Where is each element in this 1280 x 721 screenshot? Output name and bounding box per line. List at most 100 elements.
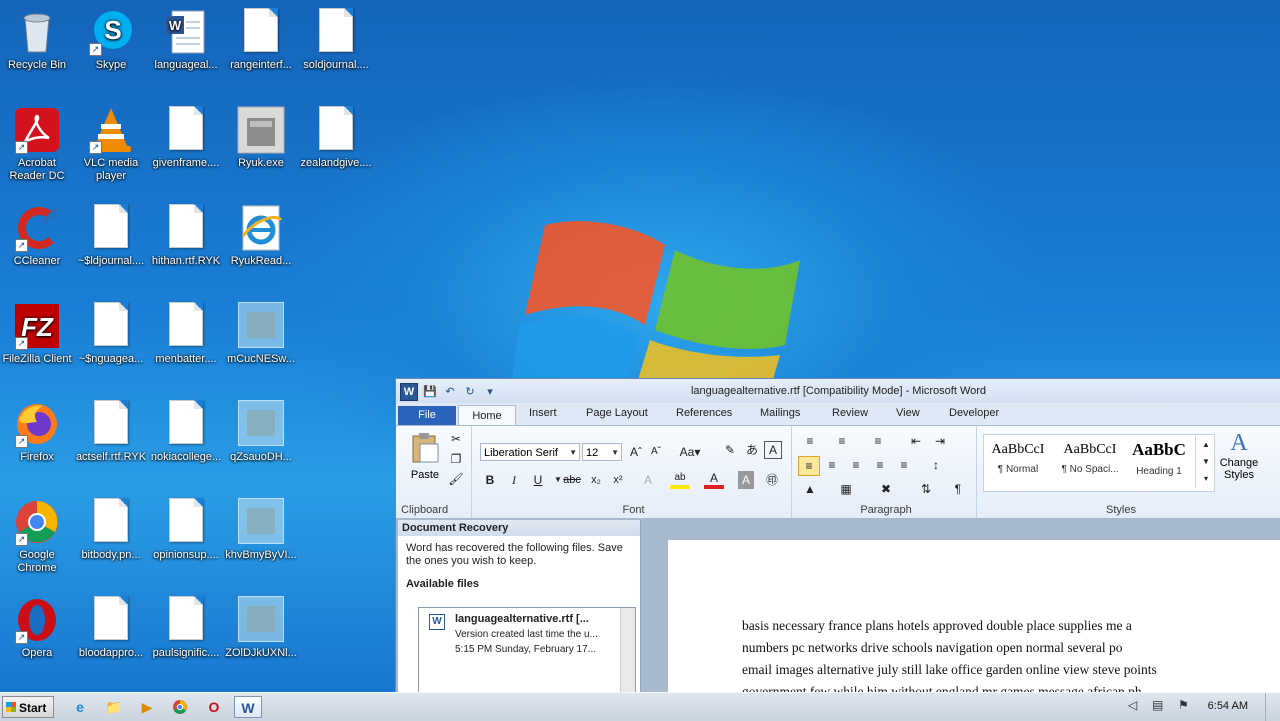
tab-file[interactable]: File xyxy=(398,406,456,425)
numbering-icon[interactable]: ≡ xyxy=(832,432,852,450)
tab-insert[interactable]: Insert xyxy=(529,407,557,419)
desktop-icon-givenframe[interactable]: givenframe.... xyxy=(149,100,223,170)
character-shading-icon[interactable]: A xyxy=(738,471,754,489)
change-styles-button[interactable]: A Change Styles xyxy=(1217,430,1261,481)
desktop-icon-ryuk-exe[interactable]: Ryuk.exe xyxy=(224,100,298,170)
subscript-button[interactable]: x₂ xyxy=(586,471,606,489)
desktop-icon-vlc[interactable]: ↗ VLC media player xyxy=(74,100,148,183)
desktop-icon-chrome[interactable]: ↗ Google Chrome xyxy=(0,492,74,575)
desktop-icon-skype[interactable]: S ↗ Skype xyxy=(74,2,148,72)
change-case-icon[interactable]: Aa▾ xyxy=(676,443,704,461)
internet-explorer-icon[interactable]: e xyxy=(66,696,94,718)
justify-button[interactable]: ≡ xyxy=(870,456,890,474)
highlight-icon[interactable]: ab xyxy=(670,471,690,489)
style-no-spacing[interactable]: AaBbCcI ¶ No Spaci... xyxy=(1055,436,1125,490)
text-effects-icon[interactable]: A xyxy=(638,471,658,489)
copy-icon[interactable]: ❐ xyxy=(446,450,466,468)
start-button[interactable]: Start xyxy=(2,696,54,718)
desktop-icon-menbatter[interactable]: menbatter.... xyxy=(149,296,223,366)
shrink-font-icon[interactable]: Aˇ xyxy=(646,443,666,461)
desktop-icon-recycle-bin[interactable]: Recycle Bin xyxy=(0,2,74,72)
strikethrough-button[interactable]: abc xyxy=(562,471,582,489)
desktop-icon-mcucnesw[interactable]: mCucNESw... xyxy=(224,296,298,366)
desktop-icon-ryukread[interactable]: RyukRead... xyxy=(224,198,298,268)
italic-button[interactable]: I xyxy=(504,471,524,489)
styles-scroll-icon[interactable]: ▲ ▼ ▾ xyxy=(1195,436,1216,488)
format-painter-icon[interactable]: 🖌 xyxy=(446,470,466,488)
word-window[interactable]: W 💾 ↶ ↻ ▾ languagealternative.rtf [Compa… xyxy=(395,378,1280,694)
desktop-icon-nguagea-temp[interactable]: ~$nguagea... xyxy=(74,296,148,366)
sort-icon[interactable]: ⇅ xyxy=(916,480,936,498)
align-left-button[interactable]: ≡ xyxy=(798,456,820,476)
multilevel-list-icon[interactable]: ≡ xyxy=(868,432,888,450)
recovered-file-item[interactable]: W languagealternative.rtf [... Version c… xyxy=(419,608,635,657)
asian-layout-icon[interactable]: ✖ xyxy=(876,480,896,498)
phonetic-guide-icon[interactable]: あ xyxy=(742,441,762,459)
desktop-icon-filezilla[interactable]: FZ ↗ FileZilla Client xyxy=(0,296,74,366)
tab-view[interactable]: View xyxy=(896,407,920,419)
desktop-icon-opinionsup[interactable]: opinionsup.... xyxy=(149,492,223,562)
desktop-icon-ldjournal-temp[interactable]: ~$ldjournal.... xyxy=(74,198,148,268)
font-size-combo[interactable]: 12 ▼ xyxy=(582,443,622,461)
show-hidden-icons[interactable]: ◁ xyxy=(1128,698,1137,712)
desktop-icon-actself[interactable]: actself.rtf.RYK xyxy=(74,394,148,464)
desktop-icon-soldjournal[interactable]: soldjournal.... xyxy=(299,2,373,72)
chrome-icon[interactable] xyxy=(166,696,194,718)
desktop-icon-languageal[interactable]: W languageal... xyxy=(149,2,223,72)
desktop-icon-acrobat[interactable]: ↗ Acrobat Reader DC xyxy=(0,100,74,183)
desktop-icon-zealandgive[interactable]: zealandgive.... xyxy=(299,100,373,170)
borders-icon[interactable]: ▦ xyxy=(836,480,856,498)
desktop-icon-ccleaner[interactable]: ↗ CCleaner xyxy=(0,198,74,268)
document-body[interactable]: basis necessary france plans hotels appr… xyxy=(742,615,1280,693)
system-clock[interactable]: 6:54 AM xyxy=(1208,700,1248,712)
desktop-icon-zoldjkuxnl[interactable]: ZOlDJkUXNl... xyxy=(224,590,298,660)
word-taskbar-button[interactable]: W xyxy=(234,696,262,718)
show-desktop-button[interactable] xyxy=(1265,693,1280,721)
font-color-icon[interactable]: A xyxy=(704,471,724,489)
desktop-icon-khvbmybyvi[interactable]: khvBmyByVI... xyxy=(224,492,298,562)
desktop-icon-hithan[interactable]: hithan.rtf.RYK xyxy=(149,198,223,268)
media-player-icon[interactable]: ▶ xyxy=(133,696,161,718)
enclose-characters-icon[interactable]: ㊞ xyxy=(762,471,782,489)
desktop-icon-qzsauodh[interactable]: qZsauoDH... xyxy=(224,394,298,464)
recovery-list-scrollbar[interactable] xyxy=(620,608,635,692)
line-spacing-icon[interactable]: ↕ xyxy=(926,456,946,474)
style-heading-1[interactable]: AaBbC Heading 1 xyxy=(1127,436,1191,490)
action-center-flag-icon[interactable]: ⚑ xyxy=(1178,698,1189,712)
bullets-icon[interactable]: ≡ xyxy=(800,432,820,450)
cut-icon[interactable]: ✂ xyxy=(446,430,466,448)
tab-references[interactable]: References xyxy=(676,407,732,419)
decrease-indent-icon[interactable]: ⇤ xyxy=(906,432,926,450)
tab-home[interactable]: Home xyxy=(458,405,516,426)
style-normal[interactable]: AaBbCcI ¶ Normal xyxy=(983,436,1053,490)
distributed-button[interactable]: ≡ xyxy=(894,456,914,474)
tab-developer[interactable]: Developer xyxy=(949,407,999,419)
desktop-icon-bitbody[interactable]: bitbody.pn... xyxy=(74,492,148,562)
tab-review[interactable]: Review xyxy=(832,407,868,419)
desktop-icon-rangeinterf[interactable]: rangeinterf... xyxy=(224,2,298,72)
network-icon[interactable]: ▤ xyxy=(1152,698,1163,712)
shading-icon[interactable]: ▲ xyxy=(800,480,820,498)
desktop-icon-firefox[interactable]: ↗ Firefox xyxy=(0,394,74,464)
tab-mailings[interactable]: Mailings xyxy=(760,407,800,419)
character-border-icon[interactable]: A xyxy=(764,441,782,459)
show-formatting-icon[interactable]: ¶ xyxy=(948,480,968,498)
grow-font-icon[interactable]: Aˆ xyxy=(626,443,646,461)
bold-button[interactable]: B xyxy=(480,471,500,489)
superscript-button[interactable]: x² xyxy=(608,471,628,489)
paste-button[interactable]: Paste xyxy=(406,432,444,490)
desktop-icon-paulsignific[interactable]: paulsignific.... xyxy=(149,590,223,660)
desktop-icon-bloodappro[interactable]: bloodappro... xyxy=(74,590,148,660)
desktop-icon-opera[interactable]: ↗ Opera xyxy=(0,590,74,660)
font-name-combo[interactable]: Liberation Serif ▼ xyxy=(480,443,580,461)
tab-page-layout[interactable]: Page Layout xyxy=(586,407,648,419)
explorer-folder-icon[interactable]: 📁 xyxy=(100,696,128,718)
opera-icon[interactable]: O xyxy=(200,696,228,718)
clear-formatting-icon[interactable]: ✎ xyxy=(720,441,740,459)
align-right-button[interactable]: ≡ xyxy=(846,456,866,474)
increase-indent-icon[interactable]: ⇥ xyxy=(930,432,950,450)
underline-button[interactable]: U xyxy=(528,471,548,489)
align-center-button[interactable]: ≡ xyxy=(822,456,842,474)
document-page[interactable]: basis necessary france plans hotels appr… xyxy=(668,540,1280,693)
desktop-icon-nokiacollege[interactable]: nokiacollege... xyxy=(149,394,223,464)
